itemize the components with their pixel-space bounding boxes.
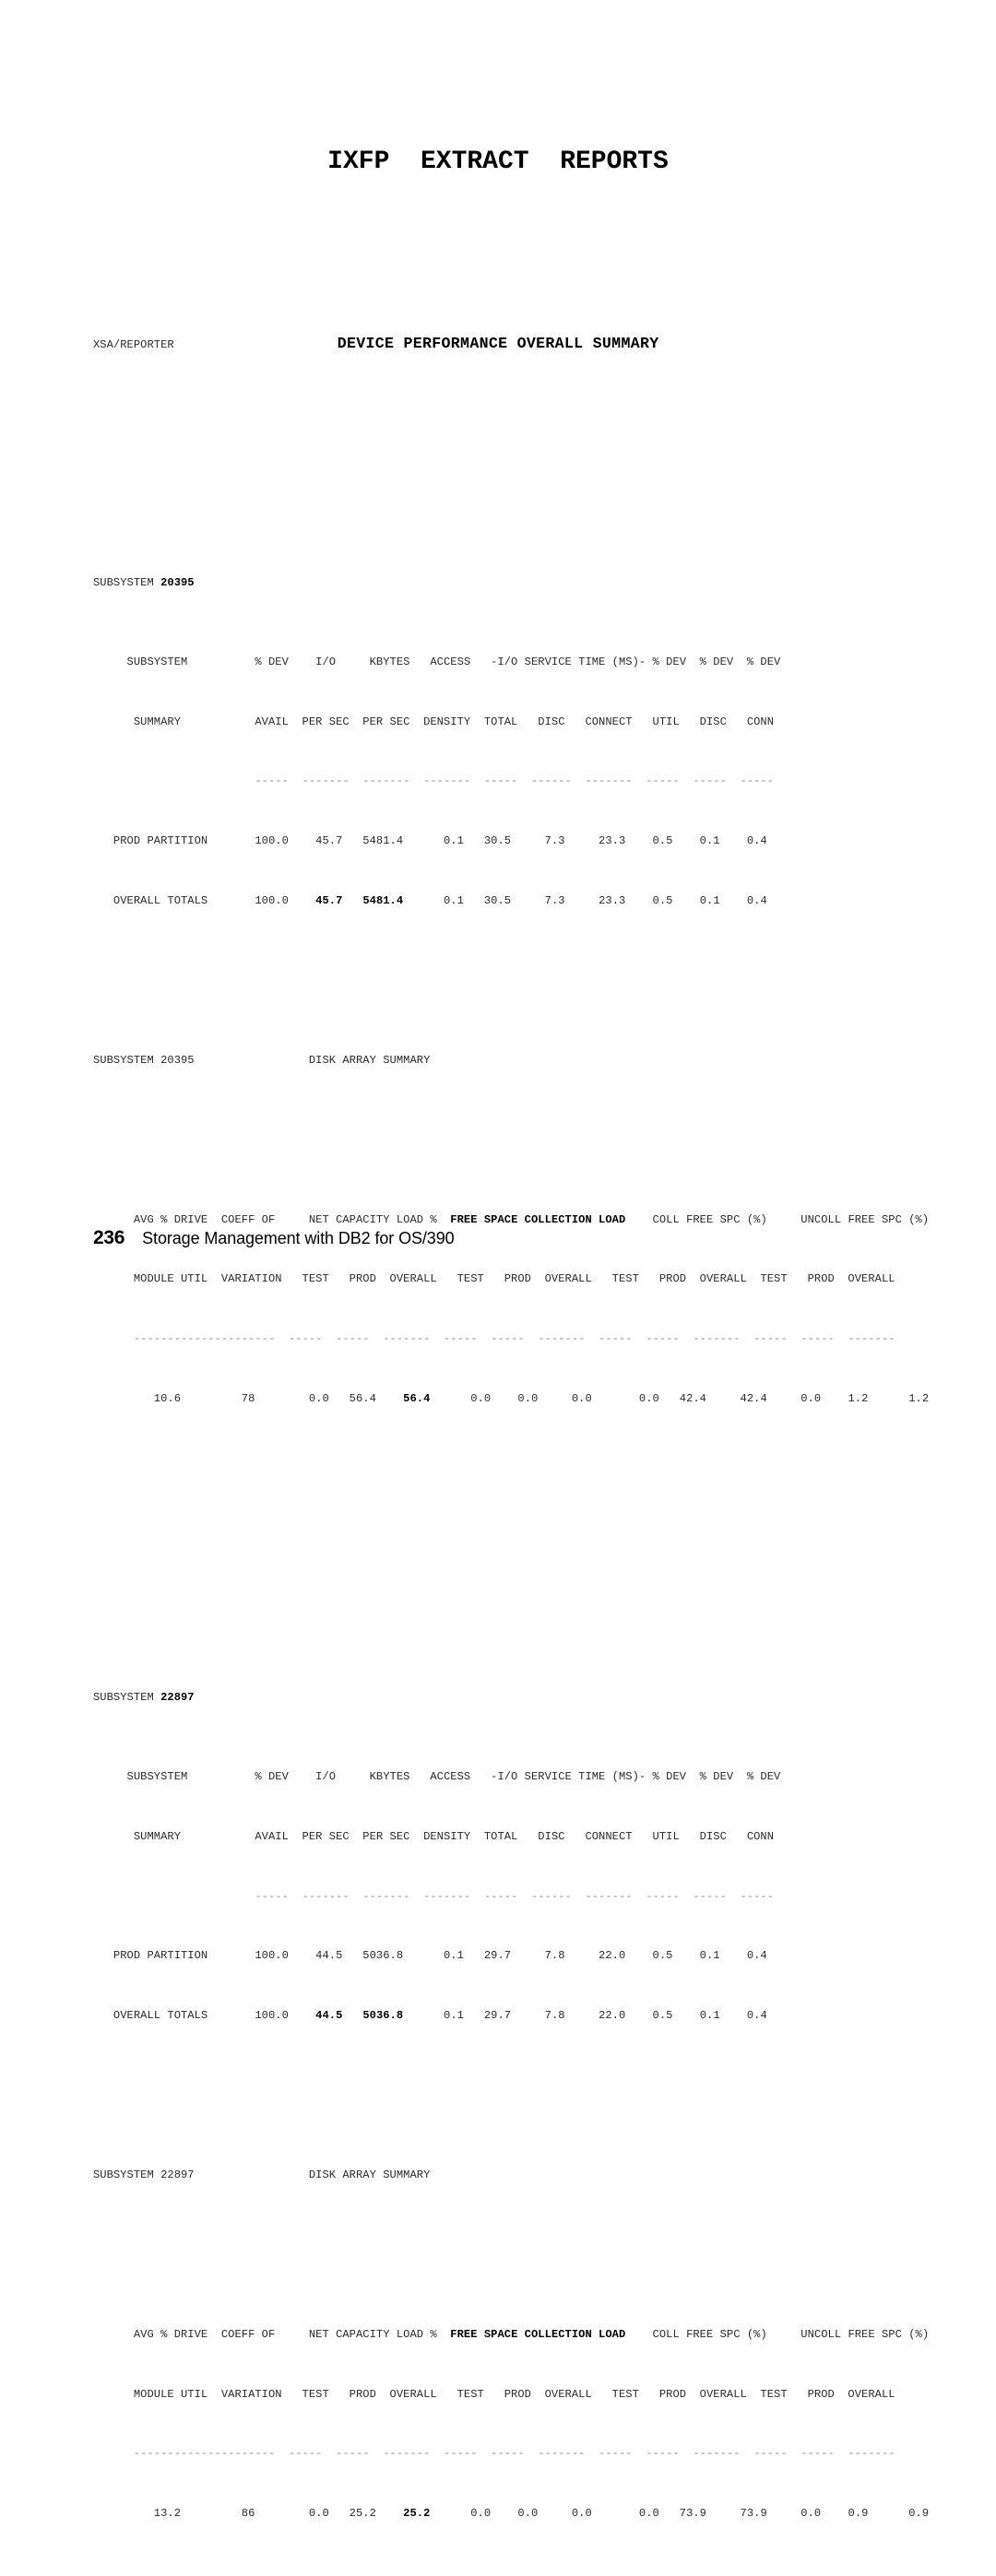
dah-right: COLL FREE SPC (%) UNCOLL FREE SPC (%) [625, 2327, 930, 2341]
page-footer: 236 Storage Management with DB2 for OS/3… [93, 1227, 455, 1249]
dar-right: 0.0 0.0 0.0 0.0 42.4 42.4 0.0 1.2 1.2 [430, 1391, 930, 1405]
subsystem-22897-label: SUBSYSTEM 22897 [93, 1688, 929, 1708]
table-header-row-1: SUBSYSTEM % DEV I/O KBYTES ACCESS -I/O S… [93, 655, 781, 668]
book-title: Storage Management with DB2 for OS/390 [142, 1229, 455, 1247]
disk-array-rule: --------------------- ----- ----- ------… [93, 2447, 895, 2461]
subsystem-20395-label: SUBSYSTEM 20395 [93, 573, 929, 594]
row-rest: 0.1 30.5 7.3 23.3 0.5 0.1 0.4 [403, 894, 767, 907]
disk-array-rule: --------------------- ----- ----- ------… [93, 1332, 895, 1346]
io-per-sec-total: 44.5 [315, 2009, 343, 2023]
dah-left: AVG % DRIVE COEFF OF NET CAPACITY LOAD % [93, 2327, 451, 2341]
subsystem-word: SUBSYSTEM [93, 1690, 161, 1704]
row-label-and-avail: OVERALL TOTALS 100.0 [93, 2009, 316, 2023]
page-title: IXFP EXTRACT REPORTS [327, 148, 669, 176]
disk-array-header-22897: SUBSYSTEM 22897 DISK ARRAY SUMMARY [93, 2168, 431, 2181]
disk-array-header-row-2: MODULE UTIL VARIATION TEST PROD OVERALL … [93, 1272, 895, 1286]
subsystem-id: 20395 [160, 575, 195, 589]
document-page: IXFP EXTRACT REPORTS XSA/REPORTER DEVICE … [0, 0, 996, 2520]
table-header-row-2: SUMMARY AVAIL PER SEC PER SEC DENSITY TO… [93, 715, 775, 728]
disk-array-data-row: 13.2 86 0.0 25.2 25.2 0.0 0.0 0.0 0.0 73… [93, 2504, 929, 2524]
dah-left: AVG % DRIVE COEFF OF NET CAPACITY LOAD % [93, 1212, 451, 1226]
io-per-sec-total: 45.7 [315, 894, 343, 907]
table-rule: ----- ------- ------- ------- ----- ----… [93, 1889, 775, 1903]
row-rest: 0.1 29.7 7.8 22.0 0.5 0.1 0.4 [403, 2009, 767, 2023]
dar-left: 10.6 78 0.0 56.4 [93, 1391, 404, 1405]
page-number: 236 [93, 1227, 125, 1248]
subsystem-id: 22897 [160, 1690, 195, 1704]
dah-right: COLL FREE SPC (%) UNCOLL FREE SPC (%) [625, 1212, 930, 1226]
subsystem-word: SUBSYSTEM [93, 575, 161, 589]
net-capacity-load-overall: 56.4 [403, 1391, 431, 1405]
kbytes-per-sec-total: 5036.8 [362, 2009, 404, 2023]
table-header-row-2: SUMMARY AVAIL PER SEC PER SEC DENSITY TO… [93, 1829, 775, 1843]
table-header-row-1: SUBSYSTEM % DEV I/O KBYTES ACCESS -I/O S… [93, 1770, 781, 1784]
report-source: XSA/REPORTER [93, 338, 174, 352]
report-body: XSA/REPORTER DEVICE PERFORMANCE OVERALL S… [93, 254, 929, 2576]
table-row: PROD PARTITION 100.0 45.7 5481.4 0.1 30.… [93, 834, 767, 848]
table-rule: ----- ------- ------- ------- ----- ----… [93, 774, 775, 788]
dar-right: 0.0 0.0 0.0 0.0 73.9 73.9 0.0 0.9 0.9 [430, 2507, 930, 2521]
row-label-and-avail: OVERALL TOTALS 100.0 [93, 894, 316, 907]
disk-array-header-20395: SUBSYSTEM 20395 DISK ARRAY SUMMARY [93, 1053, 431, 1067]
report-title: DEVICE PERFORMANCE OVERALL SUMMARY [337, 335, 659, 353]
table-row: OVERALL TOTALS 100.0 45.7 5481.4 0.1 30.… [93, 892, 929, 912]
disk-array-header-row-2: MODULE UTIL VARIATION TEST PROD OVERALL … [93, 2387, 895, 2401]
disk-array-header-row-1: AVG % DRIVE COEFF OF NET CAPACITY LOAD %… [93, 2325, 929, 2346]
report-header-line: XSA/REPORTER DEVICE PERFORMANCE OVERALL S… [93, 334, 929, 354]
kbytes-per-sec-total: 5481.4 [362, 894, 404, 907]
net-capacity-load-overall: 25.2 [403, 2507, 431, 2521]
free-space-collection-load-label: FREE SPACE COLLECTION LOAD [450, 1212, 626, 1226]
dar-left: 13.2 86 0.0 25.2 [93, 2507, 404, 2521]
disk-array-data-row: 10.6 78 0.0 56.4 56.4 0.0 0.0 0.0 0.0 42… [93, 1389, 929, 1410]
table-row: PROD PARTITION 100.0 44.5 5036.8 0.1 29.… [93, 1949, 767, 1963]
table-row: OVERALL TOTALS 100.0 44.5 5036.8 0.1 29.… [93, 2006, 929, 2027]
free-space-collection-load-label: FREE SPACE COLLECTION LOAD [450, 2327, 626, 2341]
